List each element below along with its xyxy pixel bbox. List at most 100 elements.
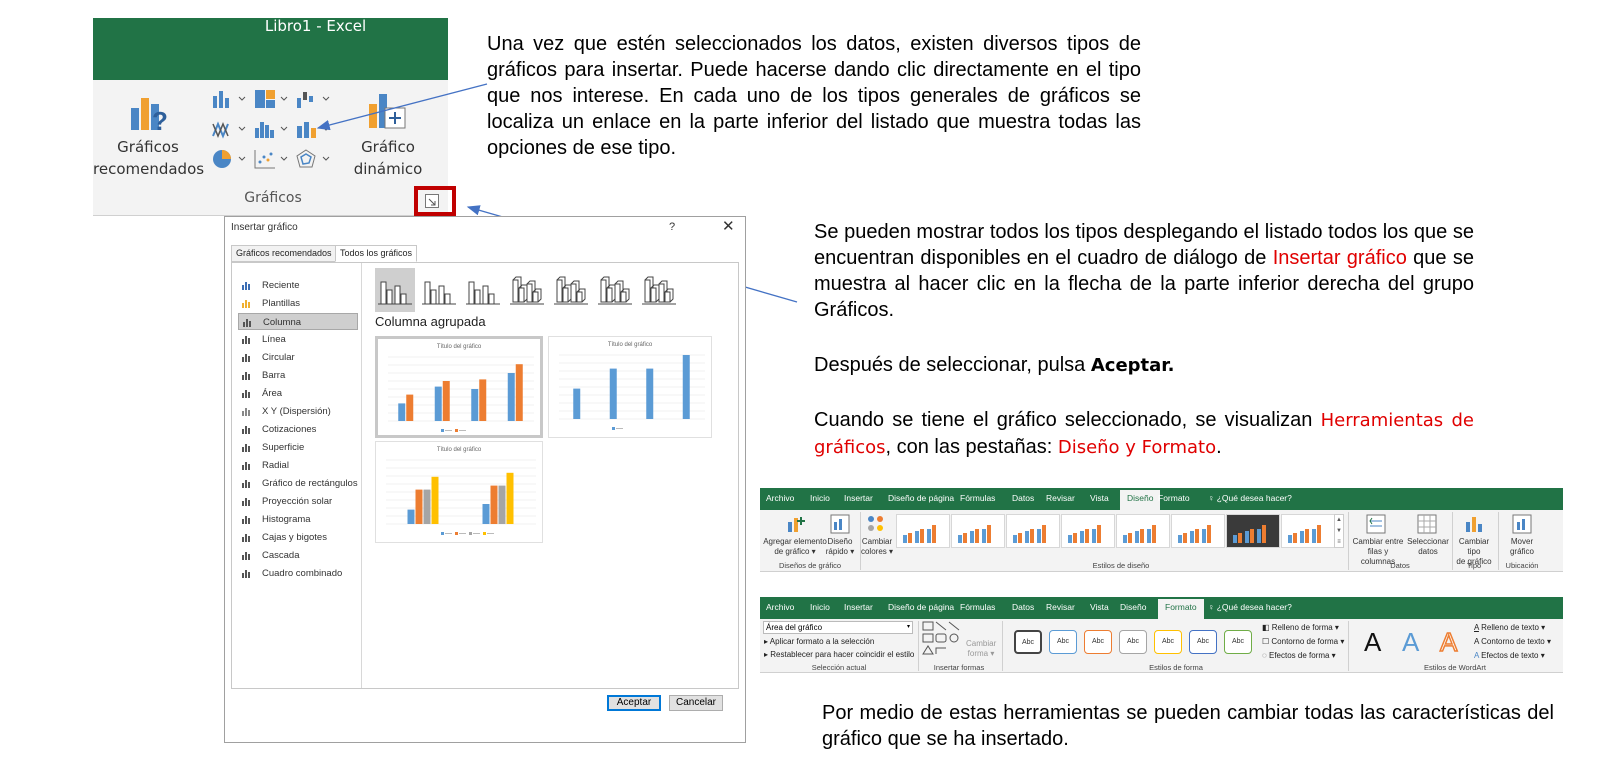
shape-style-1[interactable]: Abc: [1014, 630, 1042, 654]
tab-archivo[interactable]: Archivo: [766, 602, 794, 612]
shape-style-6[interactable]: Abc: [1189, 630, 1217, 654]
quick-layout-button[interactable]: Diseño rápido ▾: [824, 537, 856, 557]
chart-type-plantillas[interactable]: Plantillas: [238, 295, 358, 312]
text-outline-button[interactable]: A Contorno de texto ▾: [1474, 637, 1551, 646]
tab-recommended-charts[interactable]: Gráficos recomendados: [231, 245, 337, 262]
wordart-style-orange[interactable]: A: [1439, 626, 1458, 658]
chart-style-5[interactable]: [1116, 514, 1170, 548]
subtype-clustered[interactable]: [375, 268, 415, 312]
chart-style-4[interactable]: [1061, 514, 1115, 548]
stat-chart-button[interactable]: [253, 118, 293, 140]
subtype-stacked-100[interactable]: [463, 268, 503, 312]
chart-type-cotizaciones[interactable]: Cotizaciones: [238, 421, 358, 438]
tab-diseno[interactable]: Diseño: [1120, 490, 1161, 510]
shape-fill-button[interactable]: ◧ Relleno de forma ▾: [1262, 623, 1339, 632]
chart-type-superficie[interactable]: Superficie: [238, 439, 358, 456]
scatter-chart-button[interactable]: [253, 148, 293, 170]
tab-vista[interactable]: Vista: [1090, 602, 1109, 612]
recommended-charts-button[interactable]: ? Gráficos recomendados: [93, 90, 204, 190]
tab-diseno-de-pagina[interactable]: Diseño de página: [888, 493, 954, 503]
chart-style-7[interactable]: [1226, 514, 1280, 548]
subtype-3d-stacked[interactable]: [551, 268, 591, 312]
tab-archivo[interactable]: Archivo: [766, 493, 794, 503]
chart-type-x-y-dispersion[interactable]: X Y (Dispersión): [238, 403, 358, 420]
chart-preview-3[interactable]: Título del gráfico: [375, 441, 543, 543]
tab-insertar[interactable]: Insertar: [844, 602, 873, 612]
format-selection-button[interactable]: ▸ Aplicar formato a la selección: [764, 637, 874, 646]
charts-dialog-launcher-button[interactable]: [425, 194, 439, 208]
chart-style-2[interactable]: [951, 514, 1005, 548]
reset-style-button[interactable]: ▸ Restablecer para hacer coincidir el es…: [764, 650, 914, 659]
chart-type-cascada[interactable]: Cascada: [238, 547, 358, 564]
chart-type-cuadro-combinado[interactable]: Cuadro combinado: [238, 565, 358, 582]
tab-formulas[interactable]: Fórmulas: [960, 493, 995, 503]
tab-datos[interactable]: Datos: [1012, 493, 1034, 503]
chart-preview-2[interactable]: Título del gráfico: [548, 336, 712, 438]
subtype-3d-stacked-100[interactable]: [595, 268, 635, 312]
move-chart-button[interactable]: Mover gráfico: [1500, 537, 1544, 557]
chart-type-radial[interactable]: Radial: [238, 457, 358, 474]
pivot-chart-button[interactable]: Gráfico dinámico: [338, 90, 438, 190]
column-chart-button[interactable]: [211, 88, 251, 110]
change-shape-button[interactable]: Cambiar forma ▾: [966, 639, 996, 659]
chart-type-barra[interactable]: Barra: [238, 367, 358, 384]
help-button[interactable]: ?: [669, 221, 675, 233]
tab-formato[interactable]: Formato: [1158, 599, 1204, 619]
chart-type-proyeccion-solar[interactable]: Proyección solar: [238, 493, 358, 510]
close-icon[interactable]: ✕: [722, 217, 735, 235]
radar-chart-button[interactable]: [295, 148, 335, 170]
gallery-scroll[interactable]: ▲ ▼ ≡: [1334, 514, 1344, 548]
tab-vista[interactable]: Vista: [1090, 493, 1109, 503]
ok-button[interactable]: Aceptar: [607, 695, 661, 711]
subtype-3d-column[interactable]: [639, 268, 679, 312]
shape-style-7[interactable]: Abc: [1224, 630, 1252, 654]
chart-style-1[interactable]: [896, 514, 950, 548]
tab-que-desea-hacer[interactable]: ♀ ¿Qué desea hacer?: [1208, 493, 1292, 503]
chart-type-columna[interactable]: Columna: [238, 313, 358, 330]
line-chart-button[interactable]: [211, 118, 251, 140]
tab-inicio[interactable]: Inicio: [810, 602, 830, 612]
shape-style-4[interactable]: Abc: [1119, 630, 1147, 654]
tab-formato[interactable]: Formato: [1158, 493, 1190, 503]
chart-element-select[interactable]: Área del gráfico ▾: [763, 621, 913, 634]
tab-all-charts[interactable]: Todos los gráficos: [335, 245, 418, 262]
add-chart-element-button[interactable]: Agregar elemento de gráfico ▾: [762, 537, 828, 557]
shape-style-3[interactable]: Abc: [1084, 630, 1112, 654]
chart-style-3[interactable]: [1006, 514, 1060, 548]
tab-formulas[interactable]: Fórmulas: [960, 602, 995, 612]
tab-inicio[interactable]: Inicio: [810, 493, 830, 503]
chart-type-linea[interactable]: Línea: [238, 331, 358, 348]
tab-diseno-de-pagina[interactable]: Diseño de página: [888, 602, 954, 612]
text-fill-button[interactable]: A Relleno de texto ▾: [1474, 623, 1545, 632]
chart-type-area[interactable]: Área: [238, 385, 358, 402]
chart-style-8[interactable]: [1281, 514, 1335, 548]
shape-effects-button[interactable]: ◌ Efectos de forma ▾: [1262, 651, 1336, 660]
chart-type-cajas-y-bigotes[interactable]: Cajas y bigotes: [238, 529, 358, 546]
tab-datos[interactable]: Datos: [1012, 602, 1034, 612]
text-effects-button[interactable]: A Efectos de texto ▾: [1474, 651, 1545, 660]
chart-type-reciente[interactable]: Reciente: [238, 277, 358, 294]
select-data-button[interactable]: Seleccionar datos: [1406, 537, 1450, 557]
tab-diseno[interactable]: Diseño: [1120, 602, 1146, 612]
chart-type-grafico-de-rectangulos[interactable]: Gráfico de rectángulos: [238, 475, 358, 492]
subtype-stacked[interactable]: [419, 268, 459, 312]
cancel-button[interactable]: Cancelar: [669, 695, 723, 711]
wordart-style-blue[interactable]: A: [1402, 627, 1419, 658]
shape-style-2[interactable]: Abc: [1049, 630, 1077, 654]
combo-chart-button[interactable]: [295, 118, 335, 140]
hierarchy-chart-button[interactable]: [253, 88, 293, 110]
chart-type-circular[interactable]: Circular: [238, 349, 358, 366]
tab-revisar[interactable]: Revisar: [1046, 602, 1075, 612]
chart-type-histograma[interactable]: Histograma: [238, 511, 358, 528]
shape-outline-button[interactable]: ☐ Contorno de forma ▾: [1262, 637, 1344, 646]
pie-chart-button[interactable]: [211, 148, 251, 170]
chart-style-6[interactable]: [1171, 514, 1225, 548]
wordart-style-black[interactable]: A: [1364, 627, 1381, 658]
chart-preview-1[interactable]: Título del gráfico: [375, 336, 543, 438]
tab-insertar[interactable]: Insertar: [844, 493, 873, 503]
tab-revisar[interactable]: Revisar: [1046, 493, 1075, 503]
change-colors-button[interactable]: Cambiar colores ▾: [860, 537, 894, 557]
tab-que-desea-hacer[interactable]: ♀ ¿Qué desea hacer?: [1208, 602, 1292, 612]
subtype-3d-clustered[interactable]: [507, 268, 547, 312]
waterfall-chart-button[interactable]: [295, 88, 335, 110]
